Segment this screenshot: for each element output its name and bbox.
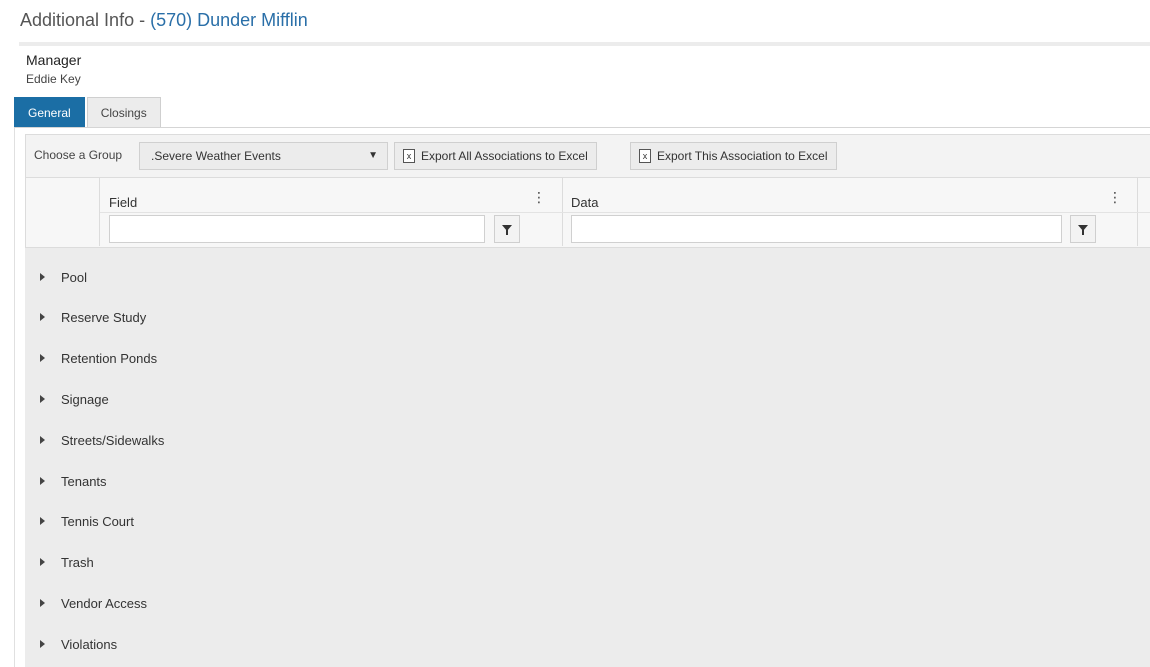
grid-body: Pool Reserve Study Retention Ponds Signa… [25,248,1150,667]
expand-arrow-icon[interactable] [40,354,45,362]
expand-arrow-icon[interactable] [40,313,45,321]
expand-arrow-icon[interactable] [40,395,45,403]
column-header-data[interactable]: Data [571,195,598,210]
group-row-retention-ponds[interactable]: Retention Ponds [25,348,1150,372]
expand-arrow-icon[interactable] [40,477,45,485]
manager-value: Eddie Key [26,72,81,86]
grid-header: Field ⋮ Data ⋮ [25,178,1150,248]
group-row-label: Reserve Study [61,310,147,325]
association-link[interactable]: (570) Dunder Mifflin [150,10,308,30]
excel-icon: x [403,149,415,163]
column-menu-icon[interactable]: ⋮ [1108,189,1122,206]
export-all-label: Export All Associations to Excel [421,149,588,163]
excel-icon: x [639,149,651,163]
choose-group-label: Choose a Group [34,148,123,162]
tab-closings[interactable]: Closings [86,97,161,127]
page-title: Additional Info - (570) Dunder Mifflin [20,10,308,31]
export-all-button[interactable]: x Export All Associations to Excel [394,142,597,170]
group-row-violations[interactable]: Violations [25,634,1150,658]
data-filter-button[interactable] [1070,215,1096,243]
group-row-label: Retention Ponds [61,351,158,366]
field-filter-input[interactable] [109,215,485,243]
group-row-label: Pool [61,270,88,285]
tab-general[interactable]: General [14,97,85,127]
group-row-reserve-study[interactable]: Reserve Study [25,307,1150,331]
group-row-vendor-access[interactable]: Vendor Access [25,593,1150,617]
group-row-label: Streets/Sidewalks [61,433,165,448]
column-header-field[interactable]: Field [109,195,137,210]
group-row-label: Violations [61,637,118,652]
group-row-tenants[interactable]: Tenants [25,471,1150,495]
group-row-label: Trash [61,555,94,570]
header-divider [100,212,1150,213]
export-this-button[interactable]: x Export This Association to Excel [630,142,837,170]
group-row-signage[interactable]: Signage [25,389,1150,413]
group-row-label: Tenants [61,474,107,489]
group-row-label: Vendor Access [61,596,147,611]
group-row-streets-sidewalks[interactable]: Streets/Sidewalks [25,430,1150,454]
expand-arrow-icon[interactable] [40,640,45,648]
manager-label: Manager [26,52,82,68]
expand-arrow-icon[interactable] [40,273,45,281]
tab-bar: General Closings [14,97,163,127]
data-filter-input[interactable] [571,215,1062,243]
group-dropdown[interactable]: .Severe Weather Events ▼ [139,142,388,170]
group-row-pool[interactable]: Pool [25,267,1150,291]
info-bar-divider [19,42,1150,46]
expand-arrow-icon[interactable] [40,436,45,444]
expand-arrow-icon[interactable] [40,599,45,607]
group-row-trash[interactable]: Trash [25,552,1150,576]
page-title-prefix: Additional Info - [20,10,151,30]
column-menu-icon[interactable]: ⋮ [532,189,546,206]
group-dropdown-value: .Severe Weather Events [151,149,281,163]
group-row-tennis-court[interactable]: Tennis Court [25,511,1150,535]
expand-arrow-icon[interactable] [40,517,45,525]
general-panel: Choose a Group .Severe Weather Events ▼ … [14,128,1150,667]
export-this-label: Export This Association to Excel [657,149,828,163]
group-row-label: Tennis Court [61,514,134,529]
grid-toolbar: Choose a Group .Severe Weather Events ▼ … [25,134,1150,178]
manager-block: Manager Eddie Key [26,52,81,87]
expand-arrow-icon[interactable] [40,558,45,566]
field-filter-button[interactable] [494,215,520,243]
caret-down-icon: ▼ [368,150,378,161]
group-row-label: Signage [61,392,109,407]
